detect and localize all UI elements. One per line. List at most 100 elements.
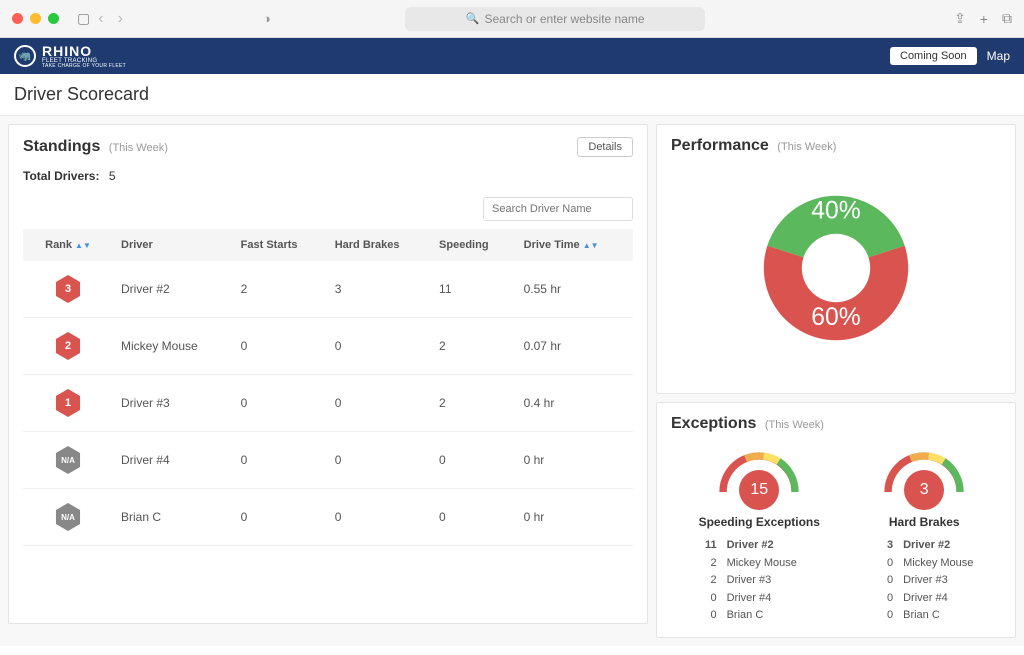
back-icon[interactable]: ‹ bbox=[98, 10, 103, 28]
rank-badge: 3 bbox=[54, 275, 82, 303]
search-driver-input[interactable] bbox=[483, 197, 633, 221]
exception-driver: Brian C bbox=[903, 607, 940, 625]
share-icon[interactable]: ⇪ bbox=[954, 10, 966, 27]
minimize-window-icon[interactable] bbox=[30, 13, 41, 24]
exceptions-card: Exceptions (This Week) 15 Speeding Except… bbox=[656, 402, 1016, 638]
close-window-icon[interactable] bbox=[12, 13, 23, 24]
exception-group-title: Hard Brakes bbox=[875, 515, 973, 529]
details-button[interactable]: Details bbox=[577, 137, 633, 157]
app-header: 🦏 RHINO FLEET TRACKING TAKE CHARGE OF YO… bbox=[0, 38, 1024, 74]
cell-speeding: 11 bbox=[431, 261, 516, 318]
search-icon: 🔍 bbox=[466, 12, 480, 25]
new-tab-icon[interactable]: + bbox=[980, 11, 988, 27]
exception-row: 0Mickey Mouse bbox=[875, 555, 973, 573]
gauge-value: 15 bbox=[739, 470, 779, 510]
performance-card: Performance (This Week) 40% 60% bbox=[656, 124, 1016, 394]
exception-row: 0Driver #4 bbox=[875, 590, 973, 608]
exception-count: 0 bbox=[875, 572, 893, 590]
cell-fast-starts: 2 bbox=[233, 261, 327, 318]
tabs-icon[interactable]: ⧉ bbox=[1002, 10, 1012, 27]
rank-badge: N/A bbox=[54, 446, 82, 474]
cell-driver: Mickey Mouse bbox=[113, 318, 233, 375]
cell-fast-starts: 0 bbox=[233, 489, 327, 546]
performance-donut-chart: 40% 60% bbox=[741, 173, 931, 363]
cell-speeding: 0 bbox=[431, 489, 516, 546]
exceptions-period: (This Week) bbox=[765, 419, 824, 431]
gauge: 15 bbox=[714, 447, 804, 507]
col-driver[interactable]: Driver bbox=[113, 229, 233, 261]
exception-count: 2 bbox=[699, 555, 717, 573]
exception-driver: Driver #2 bbox=[727, 537, 774, 555]
col-hard-brakes[interactable]: Hard Brakes bbox=[327, 229, 431, 261]
cell-driver: Brian C bbox=[113, 489, 233, 546]
exceptions-title-text: Exceptions bbox=[671, 415, 756, 432]
map-link[interactable]: Map bbox=[987, 49, 1010, 63]
table-row[interactable]: 1Driver #30020.4 hr bbox=[23, 375, 633, 432]
exception-driver: Mickey Mouse bbox=[903, 555, 973, 573]
exception-driver: Mickey Mouse bbox=[727, 555, 797, 573]
brand-name: RHINO bbox=[42, 44, 126, 58]
performance-title: Performance (This Week) bbox=[671, 137, 836, 155]
cell-drive-time: 0.55 hr bbox=[516, 261, 633, 318]
exception-count: 0 bbox=[699, 607, 717, 625]
performance-period: (This Week) bbox=[777, 141, 836, 153]
cell-drive-time: 0.07 hr bbox=[516, 318, 633, 375]
exception-row: 0Driver #4 bbox=[699, 590, 820, 608]
col-speeding[interactable]: Speeding bbox=[431, 229, 516, 261]
rank-badge: N/A bbox=[54, 503, 82, 531]
rhino-logo-icon: 🦏 bbox=[14, 45, 36, 67]
exception-list: 3Driver #20Mickey Mouse0Driver #30Driver… bbox=[875, 537, 973, 625]
cell-driver: Driver #4 bbox=[113, 432, 233, 489]
table-row[interactable]: N/ABrian C0000 hr bbox=[23, 489, 633, 546]
col-drive-time[interactable]: Drive Time▲▼ bbox=[516, 229, 633, 261]
coming-soon-button[interactable]: Coming Soon bbox=[890, 47, 977, 65]
col-fast-starts[interactable]: Fast Starts bbox=[233, 229, 327, 261]
sidebar-toggle-icon[interactable]: ▢ bbox=[77, 10, 90, 27]
exception-count: 0 bbox=[699, 590, 717, 608]
standings-title-text: Standings bbox=[23, 138, 100, 155]
exception-row: 11 Driver #2 bbox=[699, 537, 820, 555]
url-placeholder: Search or enter website name bbox=[484, 12, 644, 26]
url-bar[interactable]: 🔍 Search or enter website name bbox=[405, 7, 705, 31]
sort-icon: ▲▼ bbox=[75, 241, 91, 250]
standings-card: Standings (This Week) Details Total Driv… bbox=[8, 124, 648, 624]
cell-speeding: 0 bbox=[431, 432, 516, 489]
exception-row: 2 Mickey Mouse bbox=[699, 555, 820, 573]
exception-driver: Driver #3 bbox=[727, 572, 772, 590]
exception-count: 0 bbox=[875, 607, 893, 625]
exception-row: 0Brian C bbox=[699, 607, 820, 625]
forward-icon[interactable]: › bbox=[118, 10, 123, 28]
rank-badge: 1 bbox=[54, 389, 82, 417]
exception-group-title: Speeding Exceptions bbox=[699, 515, 820, 529]
cell-hard-brakes: 0 bbox=[327, 489, 431, 546]
cell-hard-brakes: 0 bbox=[327, 375, 431, 432]
table-row[interactable]: 3Driver #223110.55 hr bbox=[23, 261, 633, 318]
rank-badge: 2 bbox=[54, 332, 82, 360]
total-drivers-label: Total Drivers: bbox=[23, 169, 99, 183]
standings-table: Rank▲▼ Driver Fast Starts Hard Brakes Sp… bbox=[23, 229, 633, 546]
exception-count: 11 bbox=[699, 537, 717, 555]
donut-label: 40% bbox=[811, 198, 860, 225]
cell-fast-starts: 0 bbox=[233, 375, 327, 432]
cell-drive-time: 0 hr bbox=[516, 489, 633, 546]
table-row[interactable]: N/ADriver #40000 hr bbox=[23, 432, 633, 489]
performance-title-text: Performance bbox=[671, 137, 769, 154]
standings-title: Standings (This Week) bbox=[23, 138, 168, 156]
cell-drive-time: 0 hr bbox=[516, 432, 633, 489]
col-rank[interactable]: Rank▲▼ bbox=[23, 229, 113, 261]
exceptions-title: Exceptions (This Week) bbox=[671, 415, 824, 433]
total-drivers: Total Drivers: 5 bbox=[23, 169, 633, 183]
brand-logo[interactable]: 🦏 RHINO FLEET TRACKING TAKE CHARGE OF YO… bbox=[14, 44, 126, 69]
maximize-window-icon[interactable] bbox=[48, 13, 59, 24]
cell-drive-time: 0.4 hr bbox=[516, 375, 633, 432]
cell-speeding: 2 bbox=[431, 375, 516, 432]
dashboard: Standings (This Week) Details Total Driv… bbox=[0, 116, 1024, 646]
cell-driver: Driver #2 bbox=[113, 261, 233, 318]
sort-icon: ▲▼ bbox=[583, 241, 599, 250]
cell-hard-brakes: 0 bbox=[327, 432, 431, 489]
table-row[interactable]: 2Mickey Mouse0020.07 hr bbox=[23, 318, 633, 375]
shield-icon[interactable]: ◑ bbox=[263, 11, 271, 26]
cell-speeding: 2 bbox=[431, 318, 516, 375]
donut-label: 60% bbox=[811, 304, 860, 331]
cell-hard-brakes: 3 bbox=[327, 261, 431, 318]
